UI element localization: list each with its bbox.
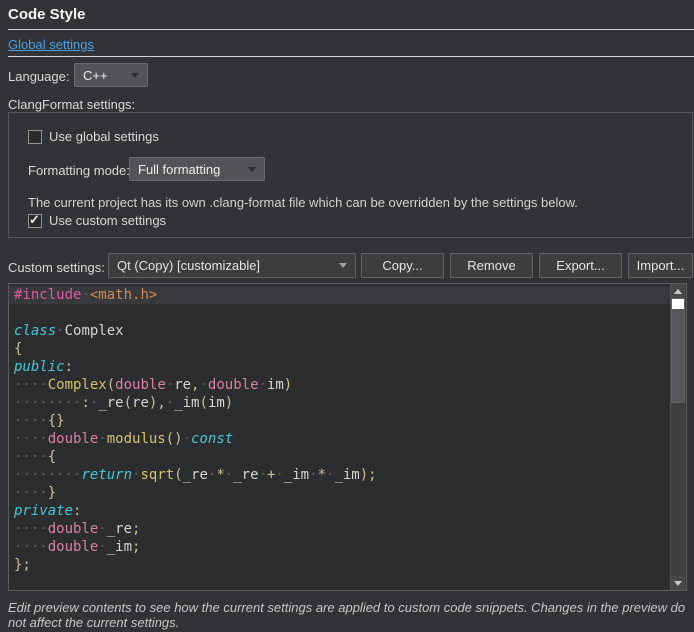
code-line: public: bbox=[9, 358, 671, 376]
formatting-mode-combobox-value: Full formatting bbox=[138, 162, 220, 177]
scroll-down-button[interactable] bbox=[671, 576, 685, 590]
clangformat-groupbox: ✓ Use global settings Formatting mode: F… bbox=[8, 112, 693, 238]
title-separator bbox=[8, 29, 694, 30]
code-line: }; bbox=[9, 556, 671, 574]
code-line: ····double·_re; bbox=[9, 520, 671, 538]
custom-settings-combobox[interactable]: Qt (Copy) [customizable] bbox=[108, 253, 356, 278]
use-custom-settings-label: Use custom settings bbox=[49, 213, 166, 228]
chevron-down-icon bbox=[248, 167, 256, 172]
scroll-up-button[interactable] bbox=[671, 284, 685, 298]
import-button[interactable]: Import... bbox=[628, 253, 693, 278]
code-line: private: bbox=[9, 502, 671, 520]
arrow-down-icon bbox=[674, 581, 682, 586]
code-line: ····} bbox=[9, 484, 671, 502]
chevron-down-icon bbox=[131, 73, 139, 78]
code-line: ········return·sqrt(_re·*·_re·+·_im·*·_i… bbox=[9, 466, 671, 484]
export-button[interactable]: Export... bbox=[539, 253, 622, 278]
code-line: class·Complex bbox=[9, 322, 671, 340]
scrollbar-thumb[interactable] bbox=[671, 298, 685, 403]
global-settings-link[interactable]: Global settings bbox=[8, 37, 94, 52]
code-line bbox=[9, 304, 671, 322]
clang-format-info-text: The current project has its own .clang-f… bbox=[28, 195, 578, 210]
code-line: ····double·modulus()·const bbox=[9, 430, 671, 448]
link-separator bbox=[8, 56, 694, 57]
custom-settings-label: Custom settings: bbox=[8, 260, 105, 275]
chevron-down-icon bbox=[339, 263, 347, 268]
code-line: ····Complex(double·re,·double·im) bbox=[9, 376, 671, 394]
code-line: ····double·_im; bbox=[9, 538, 671, 556]
formatting-mode-combobox[interactable]: Full formatting bbox=[129, 157, 265, 181]
code-preview-editor[interactable]: #include·<math.h>class·Complex{public:··… bbox=[8, 283, 687, 591]
copy-button[interactable]: Copy... bbox=[361, 253, 444, 278]
footer-note: Edit preview contents to see how the cur… bbox=[8, 600, 690, 630]
code-lines: #include·<math.h>class·Complex{public:··… bbox=[9, 286, 671, 574]
formatting-mode-label: Formatting mode: bbox=[28, 163, 130, 178]
code-line: ····{} bbox=[9, 412, 671, 430]
checkbox-box[interactable]: ✓ bbox=[28, 130, 42, 144]
code-line: { bbox=[9, 340, 671, 358]
language-label: Language: bbox=[8, 69, 69, 84]
language-combobox[interactable]: C++ bbox=[74, 63, 148, 87]
code-line: #include·<math.h> bbox=[9, 286, 671, 304]
use-custom-settings-checkbox[interactable]: ✓ Use custom settings bbox=[28, 213, 166, 228]
clangformat-group-label: ClangFormat settings: bbox=[8, 97, 135, 112]
checkbox-box[interactable]: ✓ bbox=[28, 214, 42, 228]
code-line: ········:·_re(re),·_im(im) bbox=[9, 394, 671, 412]
language-combobox-value: C++ bbox=[83, 68, 108, 83]
code-line: ····{ bbox=[9, 448, 671, 466]
remove-button[interactable]: Remove bbox=[450, 253, 533, 278]
checkmark-icon: ✓ bbox=[29, 212, 40, 228]
use-global-settings-checkbox[interactable]: ✓ Use global settings bbox=[28, 129, 159, 144]
vertical-scrollbar[interactable] bbox=[670, 284, 686, 590]
page-title: Code Style bbox=[8, 6, 86, 23]
use-global-settings-label: Use global settings bbox=[49, 129, 159, 144]
custom-settings-combobox-value: Qt (Copy) [customizable] bbox=[117, 258, 260, 273]
cursor-position-marker bbox=[672, 299, 684, 309]
arrow-up-icon bbox=[674, 289, 682, 294]
